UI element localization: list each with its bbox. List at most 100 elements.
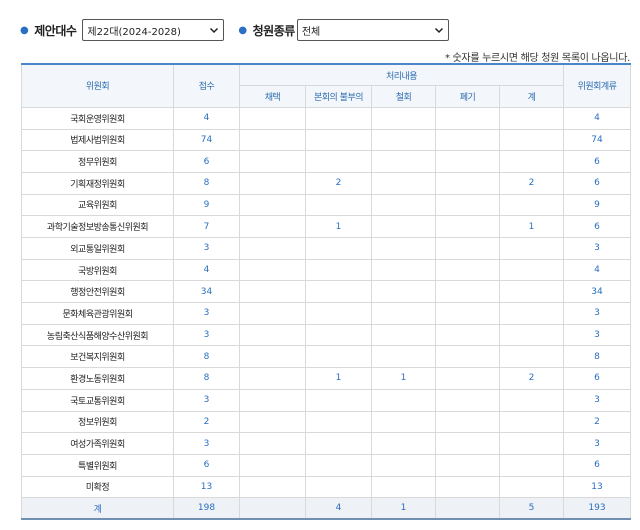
totals-received[interactable]: 198 <box>173 497 240 521</box>
not-referred-count <box>305 302 372 325</box>
withdrawn-count <box>371 453 436 477</box>
received-count[interactable]: 8 <box>173 367 240 390</box>
withdrawn-count[interactable]: 1 <box>371 367 436 390</box>
not-referred-count[interactable]: 2 <box>305 171 372 195</box>
session-label-text: 제안대수 <box>34 23 77 38</box>
pending-count[interactable]: 3 <box>563 388 632 412</box>
pending-count[interactable]: 34 <box>563 280 632 304</box>
received-count[interactable]: 6 <box>173 150 240 173</box>
received-count[interactable]: 3 <box>173 323 240 347</box>
received-count[interactable]: 4 <box>173 258 240 282</box>
received-count[interactable]: 9 <box>173 193 240 217</box>
received-count[interactable]: 3 <box>173 432 240 455</box>
type-select[interactable]: 전체 <box>296 19 449 41</box>
adopted-count <box>239 237 306 260</box>
pending-count[interactable]: 4 <box>563 106 632 130</box>
received-count[interactable]: 3 <box>173 237 240 260</box>
received-count[interactable]: 3 <box>173 388 240 412</box>
pending-count[interactable]: 6 <box>563 171 632 195</box>
pending-count[interactable]: 74 <box>563 128 632 152</box>
adopted-count <box>239 171 306 195</box>
table-row: 국토교통위원회 3 3 <box>21 388 632 412</box>
table-row: 정무위원회 6 6 <box>21 150 632 173</box>
pending-count[interactable]: 4 <box>563 258 632 282</box>
session-select[interactable]: 제22대(2024-2028) <box>82 19 225 41</box>
session-select-value: 제22대(2024-2028) <box>87 26 181 38</box>
pending-count[interactable]: 6 <box>563 150 632 173</box>
received-count[interactable]: 74 <box>173 128 240 152</box>
table-row: 행정안전위원회 34 34 <box>21 280 632 304</box>
discarded-count <box>435 171 500 195</box>
pending-count[interactable]: 3 <box>563 237 632 260</box>
header-pending: 위원회계류 <box>563 62 632 108</box>
header-processing: 처리내용 <box>238 63 565 87</box>
processed-total-count <box>498 453 565 477</box>
not-referred-count <box>305 237 372 260</box>
discarded-count <box>435 258 500 282</box>
not-referred-count <box>305 280 372 304</box>
totals-total[interactable]: 5 <box>498 497 565 521</box>
processed-total-count[interactable]: 2 <box>498 367 565 390</box>
received-count[interactable]: 2 <box>173 410 240 434</box>
processed-total-count[interactable]: 2 <box>498 171 565 195</box>
totals-not-referred[interactable]: 4 <box>305 497 372 521</box>
chevron-down-icon <box>434 27 443 34</box>
withdrawn-count <box>371 323 436 347</box>
received-count[interactable]: 13 <box>173 475 240 499</box>
pending-count[interactable]: 9 <box>563 193 632 217</box>
received-count[interactable]: 8 <box>173 171 240 195</box>
header-committee: 위원회 <box>21 62 174 108</box>
committee-name: 과학기술정보방송통신위원회 <box>21 215 174 238</box>
pending-count[interactable]: 3 <box>563 432 632 455</box>
bullet-icon: ● <box>20 24 29 36</box>
pending-count[interactable]: 2 <box>563 410 632 434</box>
withdrawn-count <box>371 171 436 195</box>
discarded-count <box>435 475 500 499</box>
not-referred-count <box>305 128 372 152</box>
committee-name: 특별위원회 <box>21 453 174 477</box>
received-count[interactable]: 3 <box>173 302 240 325</box>
totals-adopted <box>239 497 306 521</box>
adopted-count <box>239 475 306 499</box>
bullet-icon: ● <box>238 24 247 36</box>
discarded-count <box>435 388 500 412</box>
processed-total-count <box>498 237 565 260</box>
header-adopted: 채택 <box>239 85 306 108</box>
received-count[interactable]: 6 <box>173 453 240 477</box>
received-count[interactable]: 8 <box>173 345 240 369</box>
not-referred-count[interactable]: 1 <box>305 215 372 238</box>
pending-count[interactable]: 3 <box>563 302 632 325</box>
not-referred-count <box>305 345 372 369</box>
totals-pending[interactable]: 193 <box>563 497 632 521</box>
header-plenary-not-referred: 본회의 불부의 <box>305 85 372 108</box>
totals-label: 계 <box>21 497 174 521</box>
committee-name: 교육위원회 <box>21 193 174 217</box>
processed-total-count <box>498 128 565 152</box>
discarded-count <box>435 367 500 390</box>
received-count[interactable]: 34 <box>173 280 240 304</box>
committee-name: 정무위원회 <box>21 150 174 173</box>
pending-count[interactable]: 8 <box>563 345 632 369</box>
processed-total-count <box>498 106 565 130</box>
notice-text: * 숫자를 누르시면 해당 청원 목록이 나옵니다. <box>444 53 630 64</box>
pending-count[interactable]: 6 <box>563 367 632 390</box>
processed-total-count[interactable]: 1 <box>498 215 565 238</box>
adopted-count <box>239 193 306 217</box>
withdrawn-count <box>371 128 436 152</box>
pending-count[interactable]: 13 <box>563 475 632 499</box>
processed-total-count <box>498 280 565 304</box>
withdrawn-count <box>371 280 436 304</box>
received-count[interactable]: 4 <box>173 106 240 130</box>
totals-withdrawn[interactable]: 1 <box>371 497 436 521</box>
not-referred-count[interactable]: 1 <box>305 367 372 390</box>
pending-count[interactable]: 6 <box>563 453 632 477</box>
pending-count[interactable]: 6 <box>563 215 632 238</box>
committee-name: 여성가족위원회 <box>21 432 174 455</box>
received-count[interactable]: 7 <box>173 215 240 238</box>
adopted-count <box>239 345 306 369</box>
totals-discarded <box>435 497 500 521</box>
table-row: 특별위원회 6 6 <box>21 453 632 477</box>
not-referred-count <box>305 475 372 499</box>
not-referred-count <box>305 193 372 217</box>
pending-count[interactable]: 3 <box>563 323 632 347</box>
